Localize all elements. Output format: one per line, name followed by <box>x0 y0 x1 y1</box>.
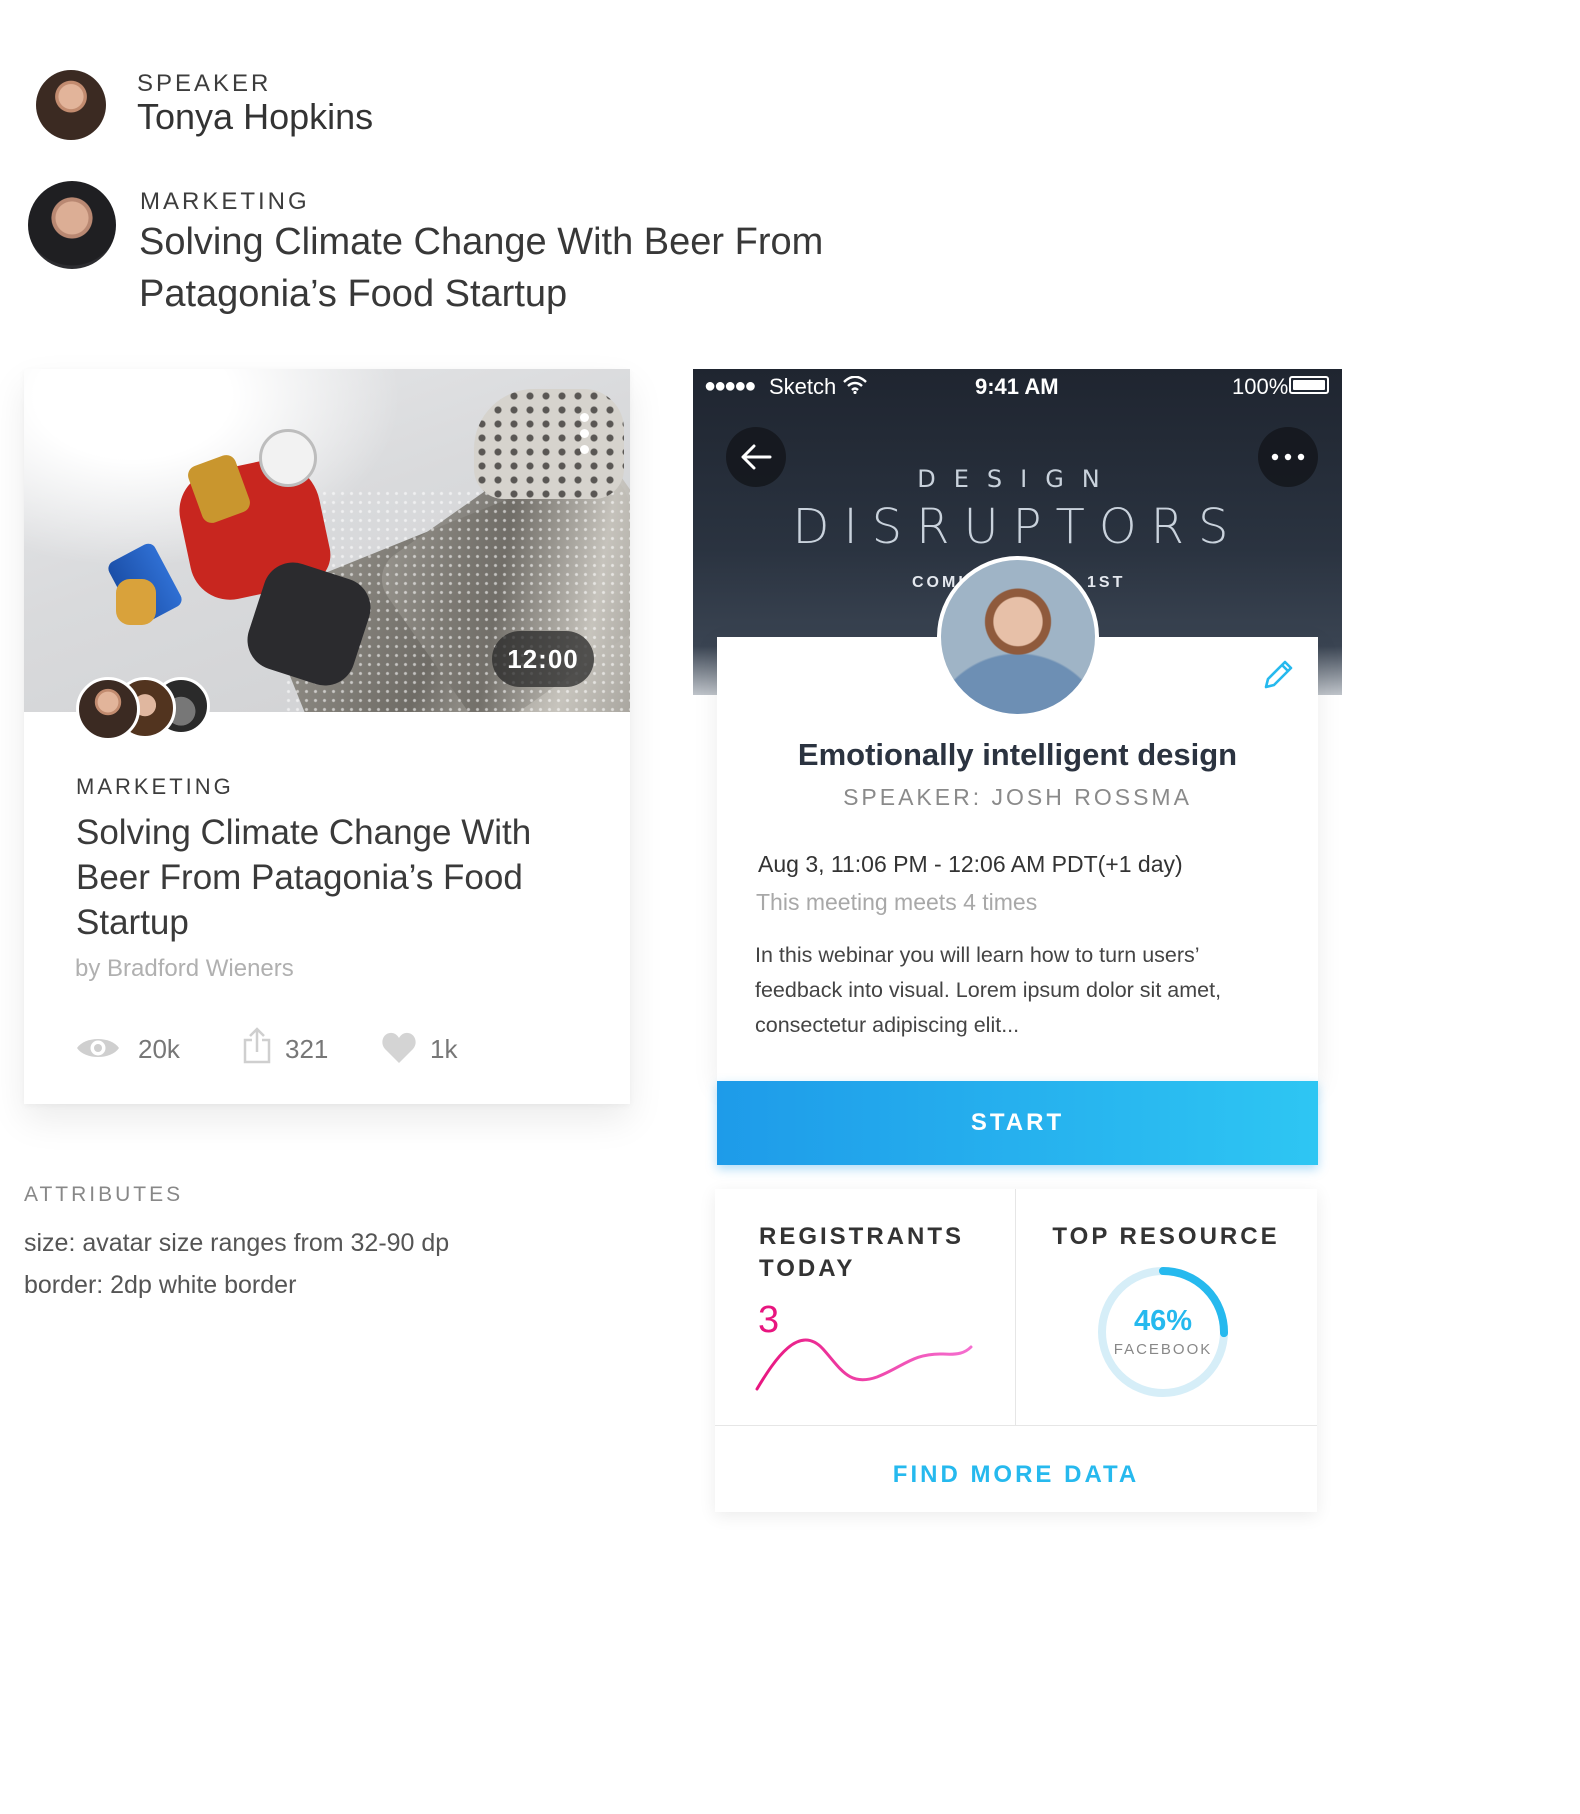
carrier: Sketch <box>769 374 837 399</box>
shares-count: 321 <box>285 1034 329 1064</box>
speaker-avatar <box>36 70 106 140</box>
attributes-heading: ATTRIBUTES <box>24 1183 184 1206</box>
article-byline[interactable]: by Bradford Wieners <box>75 955 294 983</box>
banner-word-main: DISRUPTORS <box>792 499 1243 555</box>
wifi-icon <box>843 376 867 394</box>
duration-badge: 12:00 <box>492 631 594 687</box>
more-button[interactable] <box>1258 427 1318 487</box>
event-datetime: Aug 3, 11:06 PM - 12:06 AM PDT(+1 day) <box>758 851 1183 877</box>
article-title[interactable]: Solving Climate Change With Beer From Pa… <box>76 810 546 945</box>
event-description: In this webinar you will learn how to tu… <box>755 943 1222 1037</box>
speaker-kicker: SPEAKER <box>137 70 272 97</box>
top-resource-label: TOP RESOURCE <box>1052 1223 1280 1250</box>
find-more-data-link[interactable]: FIND MORE DATA <box>715 1461 1317 1489</box>
article-card[interactable]: 12:00 MARKETING Solving Climate Change W… <box>24 369 630 1104</box>
share-icon[interactable] <box>243 1026 271 1064</box>
likes-count: 1k <box>430 1034 458 1064</box>
start-button[interactable]: START <box>717 1081 1318 1165</box>
author-avatar <box>28 181 116 269</box>
attendee-avatar <box>76 677 140 741</box>
registrants-label: REGISTRANTS TODAY <box>759 1223 965 1282</box>
snow-leopard <box>474 389 624 499</box>
event-recurrence: This meeting meets 4 times <box>756 889 1038 915</box>
top-resource-name: FACEBOOK <box>1113 1341 1213 1358</box>
more-horizontal-icon <box>1271 453 1305 461</box>
eye-icon <box>77 1039 119 1057</box>
article-hero-image: 12:00 <box>24 369 630 712</box>
heart-icon[interactable] <box>381 1031 417 1065</box>
banner-sub-right: 1ST <box>1087 574 1126 591</box>
top-resource-percent: 46% <box>1133 1305 1193 1337</box>
event-speaker: SPEAKER: JOSH ROSSMA <box>843 784 1192 810</box>
stats-card: REGISTRANTS TODAY 3 TOP RESOURCE 46% FAC… <box>715 1189 1317 1512</box>
battery-icon <box>1289 376 1329 394</box>
clock: 9:41 AM <box>975 374 1059 399</box>
marketing-kicker: MARKETING <box>140 188 310 215</box>
speaker-photo <box>937 556 1099 718</box>
arrow-left-icon <box>741 444 772 470</box>
views-count: 20k <box>138 1034 180 1064</box>
speaker-name: Tonya Hopkins <box>137 96 374 137</box>
back-button[interactable] <box>726 427 786 487</box>
banner-word-top: DESIGN <box>917 465 1118 493</box>
attributes-border: border: 2dp white border <box>24 1271 297 1299</box>
event-title: Emotionally intelligent design <box>797 737 1238 772</box>
article-kicker: MARKETING <box>76 774 234 799</box>
more-vertical-icon[interactable] <box>580 413 590 457</box>
registrants-sparkline <box>755 1338 973 1391</box>
edit-pencil-icon[interactable] <box>1260 657 1296 693</box>
marketing-title[interactable]: Solving Climate Change With Beer From Pa… <box>139 216 959 320</box>
battery-percent: 100% <box>1232 374 1289 399</box>
signal-dots: ●●●●● <box>704 375 756 397</box>
attributes-size: size: avatar size ranges from 32-90 dp <box>24 1229 450 1257</box>
